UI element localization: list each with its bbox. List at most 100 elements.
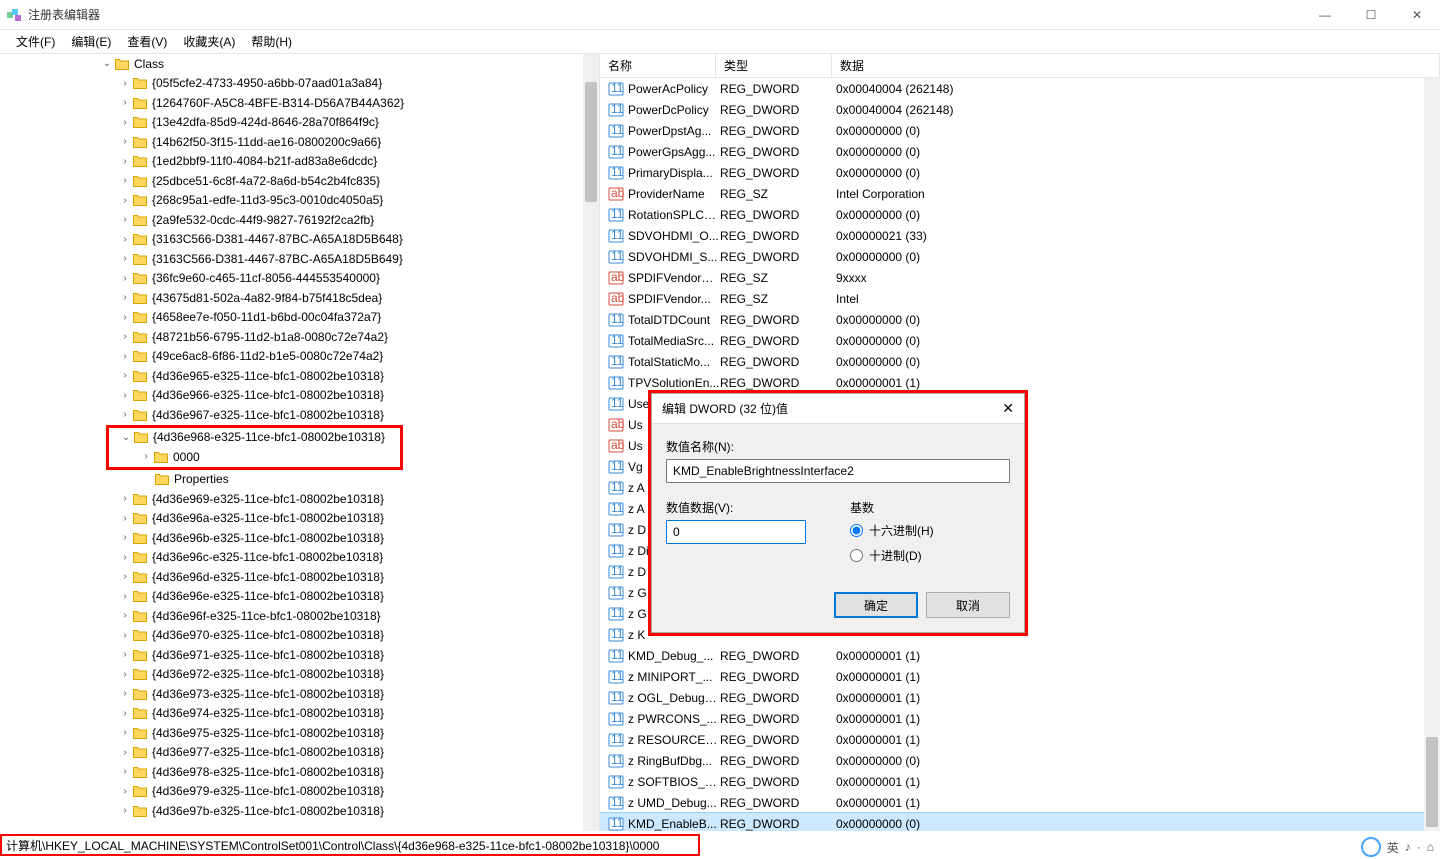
chevron-right-icon[interactable]: › <box>118 136 132 147</box>
value-row[interactable]: z RingBufDbg...REG_DWORD0x00000000 (0) <box>600 750 1440 771</box>
tree-node[interactable]: ›{2a9fe532-0cdc-44f9-9827-76192f2ca2fb} <box>0 210 583 230</box>
col-name[interactable]: 名称 <box>600 54 716 77</box>
value-row[interactable]: SPDIFVendor...REG_SZIntel <box>600 288 1440 309</box>
tree-node[interactable]: ›{25dbce51-6c8f-4a72-8a6d-b54c2b4fc835} <box>0 171 583 191</box>
tree-node[interactable]: ›{268c95a1-edfe-11d3-95c3-0010dc4050a5} <box>0 191 583 211</box>
chevron-right-icon[interactable]: › <box>118 234 132 245</box>
tree-node-class[interactable]: ⌄Class <box>0 54 583 74</box>
chevron-right-icon[interactable]: › <box>118 630 132 641</box>
chevron-right-icon[interactable]: › <box>118 805 132 816</box>
close-button[interactable]: ✕ <box>1394 0 1440 30</box>
chevron-right-icon[interactable]: › <box>118 273 132 284</box>
value-row[interactable]: SPDIFVendorD...REG_SZ9xxxx <box>600 267 1440 288</box>
dialog-titlebar[interactable]: 编辑 DWORD (32 位)值 ✕ <box>652 394 1024 424</box>
chevron-right-icon[interactable]: › <box>118 552 132 563</box>
tray-icon-3[interactable]: ⌂ <box>1427 840 1434 854</box>
tree-node[interactable]: ›{4d36e96d-e325-11ce-bfc1-08002be10318} <box>0 567 583 587</box>
tree-node[interactable]: ›{4d36e978-e325-11ce-bfc1-08002be10318} <box>0 762 583 782</box>
value-row[interactable]: PrimaryDispla...REG_DWORD0x00000000 (0) <box>600 162 1440 183</box>
chevron-right-icon[interactable]: › <box>139 451 153 462</box>
tree-node[interactable]: ›{4658ee7e-f050-11d1-b6bd-00c04fa372a7} <box>0 308 583 328</box>
chevron-right-icon[interactable]: › <box>118 610 132 621</box>
value-row[interactable]: TotalDTDCountREG_DWORD0x00000000 (0) <box>600 309 1440 330</box>
value-row[interactable]: PowerDcPolicyREG_DWORD0x00040004 (262148… <box>600 99 1440 120</box>
tree-node[interactable]: ›{4d36e975-e325-11ce-bfc1-08002be10318} <box>0 723 583 743</box>
tree-node[interactable]: ›{3163C566-D381-4467-87BC-A65A18D5B649} <box>0 249 583 269</box>
chevron-right-icon[interactable]: › <box>118 766 132 777</box>
menu-view[interactable]: 查看(V) <box>119 33 175 50</box>
chevron-right-icon[interactable]: › <box>118 390 132 401</box>
tree-node[interactable]: ›{4d36e96b-e325-11ce-bfc1-08002be10318} <box>0 528 583 548</box>
minimize-button[interactable]: — <box>1302 0 1348 30</box>
value-row[interactable]: PowerAcPolicyREG_DWORD0x00040004 (262148… <box>600 78 1440 99</box>
menu-favorites[interactable]: 收藏夹(A) <box>175 33 243 50</box>
value-data-input[interactable] <box>666 520 806 544</box>
tree-node[interactable]: ›{4d36e974-e325-11ce-bfc1-08002be10318} <box>0 704 583 724</box>
value-row[interactable]: z MINIPORT_...REG_DWORD0x00000001 (1) <box>600 666 1440 687</box>
chevron-right-icon[interactable]: › <box>118 117 132 128</box>
value-row[interactable]: PowerDpstAg...REG_DWORD0x00000000 (0) <box>600 120 1440 141</box>
ok-button[interactable]: 确定 <box>834 592 918 618</box>
value-row[interactable]: z SOFTBIOS_D...REG_DWORD0x00000001 (1) <box>600 771 1440 792</box>
value-row[interactable]: TotalMediaSrc...REG_DWORD0x00000000 (0) <box>600 330 1440 351</box>
dialog-close-icon[interactable]: ✕ <box>1002 400 1014 417</box>
chevron-right-icon[interactable]: › <box>118 727 132 738</box>
tree-node[interactable]: ›{4d36e977-e325-11ce-bfc1-08002be10318} <box>0 743 583 763</box>
chevron-right-icon[interactable]: › <box>118 649 132 660</box>
menu-edit[interactable]: 编辑(E) <box>63 33 119 50</box>
tree-node[interactable]: ›{3163C566-D381-4467-87BC-A65A18D5B648} <box>0 230 583 250</box>
chevron-right-icon[interactable]: › <box>118 292 132 303</box>
chevron-right-icon[interactable]: › <box>118 195 132 206</box>
value-row[interactable]: KMD_EnableB...REG_DWORD0x00000000 (0) <box>600 813 1440 831</box>
value-row[interactable]: PowerGpsAgg...REG_DWORD0x00000000 (0) <box>600 141 1440 162</box>
tray-icon-2[interactable]: · <box>1417 840 1421 854</box>
chevron-right-icon[interactable]: › <box>118 532 132 543</box>
value-scroll-thumb[interactable] <box>1426 737 1438 827</box>
chevron-right-icon[interactable]: › <box>118 786 132 797</box>
value-row[interactable]: z RESOURCE_...REG_DWORD0x00000001 (1) <box>600 729 1440 750</box>
radio-hex[interactable]: 十六进制(H) <box>850 522 1010 539</box>
tree-node[interactable]: ›{4d36e96f-e325-11ce-bfc1-08002be10318} <box>0 606 583 626</box>
chevron-right-icon[interactable]: › <box>118 571 132 582</box>
value-scrollbar[interactable] <box>1424 78 1440 831</box>
radio-dec[interactable]: 十进制(D) <box>850 547 1010 564</box>
chevron-right-icon[interactable]: › <box>118 591 132 602</box>
chevron-right-icon[interactable]: › <box>118 747 132 758</box>
tray-icon-1[interactable]: ♪ <box>1405 840 1411 854</box>
tree-node[interactable]: ›{49ce6ac8-6f86-11d2-b1e5-0080c72e74a2} <box>0 347 583 367</box>
chevron-right-icon[interactable]: › <box>118 409 132 420</box>
chevron-right-icon[interactable]: › <box>118 493 132 504</box>
tree-node-selected-child[interactable]: ›0000 <box>109 447 400 467</box>
tree-node[interactable]: ›{48721b56-6795-11d2-b1a8-0080c72e74a2} <box>0 327 583 347</box>
tree-node[interactable]: ›{4d36e967-e325-11ce-bfc1-08002be10318} <box>0 405 583 425</box>
value-row[interactable]: TotalStaticMo...REG_DWORD0x00000000 (0) <box>600 351 1440 372</box>
tree-node[interactable]: ›{1264760F-A5C8-4BFE-B314-D56A7B44A362} <box>0 93 583 113</box>
value-row[interactable]: KMD_Debug_...REG_DWORD0x00000001 (1) <box>600 645 1440 666</box>
assistant-icon[interactable] <box>1361 837 1381 857</box>
tree-node[interactable]: ›{4d36e979-e325-11ce-bfc1-08002be10318} <box>0 782 583 802</box>
chevron-right-icon[interactable]: › <box>118 78 132 89</box>
chevron-down-icon[interactable]: ⌄ <box>119 432 133 443</box>
chevron-right-icon[interactable]: › <box>118 688 132 699</box>
chevron-right-icon[interactable]: › <box>118 312 132 323</box>
tree-node[interactable]: ›{05f5cfe2-4733-4950-a6bb-07aad01a3a84} <box>0 74 583 94</box>
tree-node[interactable]: ›{4d36e96e-e325-11ce-bfc1-08002be10318} <box>0 587 583 607</box>
value-row[interactable]: ProviderNameREG_SZIntel Corporation <box>600 183 1440 204</box>
tree-node[interactable]: ›{13e42dfa-85d9-424d-8646-28a70f864f9c} <box>0 113 583 133</box>
chevron-right-icon[interactable]: › <box>118 513 132 524</box>
tree-node[interactable]: ›{4d36e972-e325-11ce-bfc1-08002be10318} <box>0 665 583 685</box>
radio-dec-input[interactable] <box>850 549 863 562</box>
ime-indicator[interactable]: 英 <box>1387 839 1399 856</box>
cancel-button[interactable]: 取消 <box>926 592 1010 618</box>
chevron-right-icon[interactable]: › <box>118 214 132 225</box>
menu-help[interactable]: 帮助(H) <box>243 33 300 50</box>
tree-scroll-thumb[interactable] <box>585 82 597 202</box>
value-row[interactable]: z OGL_Debug_...REG_DWORD0x00000001 (1) <box>600 687 1440 708</box>
tree-node[interactable]: Properties <box>0 470 583 490</box>
value-row[interactable]: SDVOHDMI_O...REG_DWORD0x00000021 (33) <box>600 225 1440 246</box>
tree-node-selected[interactable]: ⌄{4d36e968-e325-11ce-bfc1-08002be10318} <box>109 428 400 448</box>
tree-scrollbar[interactable] <box>583 54 599 831</box>
chevron-right-icon[interactable]: › <box>118 708 132 719</box>
chevron-right-icon[interactable]: › <box>118 253 132 264</box>
col-type[interactable]: 类型 <box>716 54 832 77</box>
